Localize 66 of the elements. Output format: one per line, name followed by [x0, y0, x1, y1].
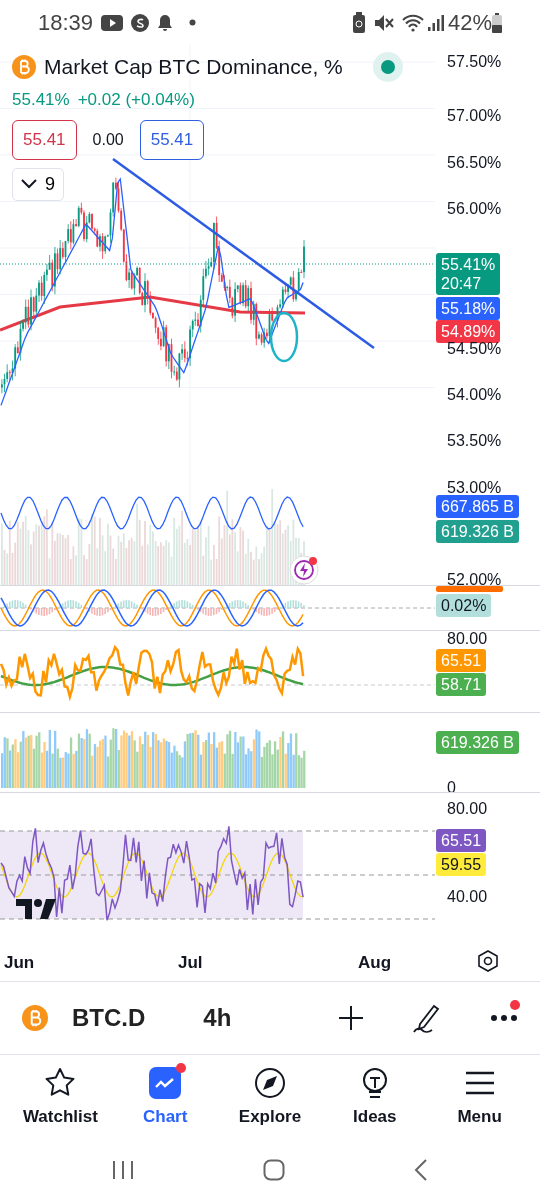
axis-label: 56.50%	[447, 153, 502, 173]
price-tag: 55.41% 20:47	[436, 253, 501, 295]
battery-level: 42%	[447, 9, 492, 37]
interval-button[interactable]: 4h	[203, 1000, 232, 1036]
plus-icon[interactable]	[338, 1005, 364, 1031]
lightning-button[interactable]	[289, 555, 319, 585]
symbol-name[interactable]: BTC.D	[72, 1000, 146, 1036]
settings-icon[interactable]	[476, 949, 500, 973]
battery-icon	[492, 12, 502, 33]
price-tag: 667.865 B	[436, 495, 519, 518]
ellipse-drawing[interactable]	[269, 311, 299, 363]
battery-saver-icon	[351, 11, 366, 34]
time-axis-label: Jul	[178, 952, 203, 974]
signal-icon	[427, 14, 444, 31]
back-icon[interactable]	[413, 1159, 428, 1181]
price-tag: 65.51	[436, 649, 487, 672]
spread-value: 0.00	[92, 129, 124, 150]
dot-icon	[189, 19, 197, 26]
chevron-down-icon	[21, 179, 37, 189]
chart-icon	[148, 1065, 183, 1100]
axis-label: 53.50%	[447, 431, 502, 451]
price-tag: 65.51	[436, 829, 487, 852]
home-icon[interactable]	[263, 1159, 285, 1181]
bitcoin-icon	[22, 1005, 48, 1031]
nav-tab[interactable]: Menu	[429, 1065, 530, 1130]
chart-title: Market Cap BTC Dominance, %	[44, 54, 343, 80]
axis-label: 57.00%	[447, 106, 502, 126]
recent-apps-icon[interactable]	[112, 1160, 135, 1180]
status-time: 18:39	[38, 9, 94, 37]
trend-line[interactable]	[112, 158, 375, 349]
price-tag: 619.326 B	[436, 520, 519, 543]
axis-label: 80.00	[447, 799, 488, 819]
coin-app-icon	[131, 13, 150, 32]
price-tag: 619.326 B	[436, 731, 519, 754]
pen-icon[interactable]	[412, 1002, 442, 1034]
more-icon[interactable]	[490, 1014, 518, 1022]
nav-tab[interactable]: Explore	[220, 1065, 320, 1130]
mute-icon	[373, 13, 394, 32]
price-tag: 59.55	[436, 853, 487, 876]
live-indicator-icon	[372, 51, 403, 82]
price-tag: 54.89%	[436, 320, 501, 343]
axis-label: 40.00	[447, 887, 488, 907]
nav-tab[interactable]: Ideas	[324, 1065, 425, 1130]
price-tag: 55.18%	[436, 297, 501, 320]
time-axis-label: Aug	[358, 952, 392, 974]
axis-label: 52.00%	[447, 570, 502, 590]
axis-label: 54.00%	[447, 385, 502, 405]
price-tag: 0.02%	[436, 594, 492, 617]
axis-label: 57.50%	[447, 52, 502, 72]
time-axis-label: Jun	[4, 952, 35, 974]
video-app-icon	[101, 14, 124, 31]
nav-tab[interactable]: Chart	[115, 1065, 216, 1130]
bell-icon	[157, 13, 174, 32]
axis-label: 56.00%	[447, 199, 502, 219]
sell-price-button[interactable]: 55.41	[12, 120, 77, 160]
compass-icon	[253, 1065, 287, 1100]
bitcoin-icon	[12, 54, 36, 79]
wifi-icon	[401, 13, 424, 32]
axis-label: 53.00%	[447, 478, 502, 498]
buy-price-button[interactable]: 55.41	[139, 120, 205, 160]
axis-label: 80.00	[447, 629, 488, 649]
last-price: 55.41%	[12, 88, 70, 111]
price-change: +0.02 (+0.04%)	[77, 88, 195, 111]
nav-tab[interactable]: Watchlist	[10, 1065, 111, 1130]
indicators-toggle-button[interactable]: 9	[12, 167, 64, 201]
price-tag: 58.71	[436, 673, 487, 696]
